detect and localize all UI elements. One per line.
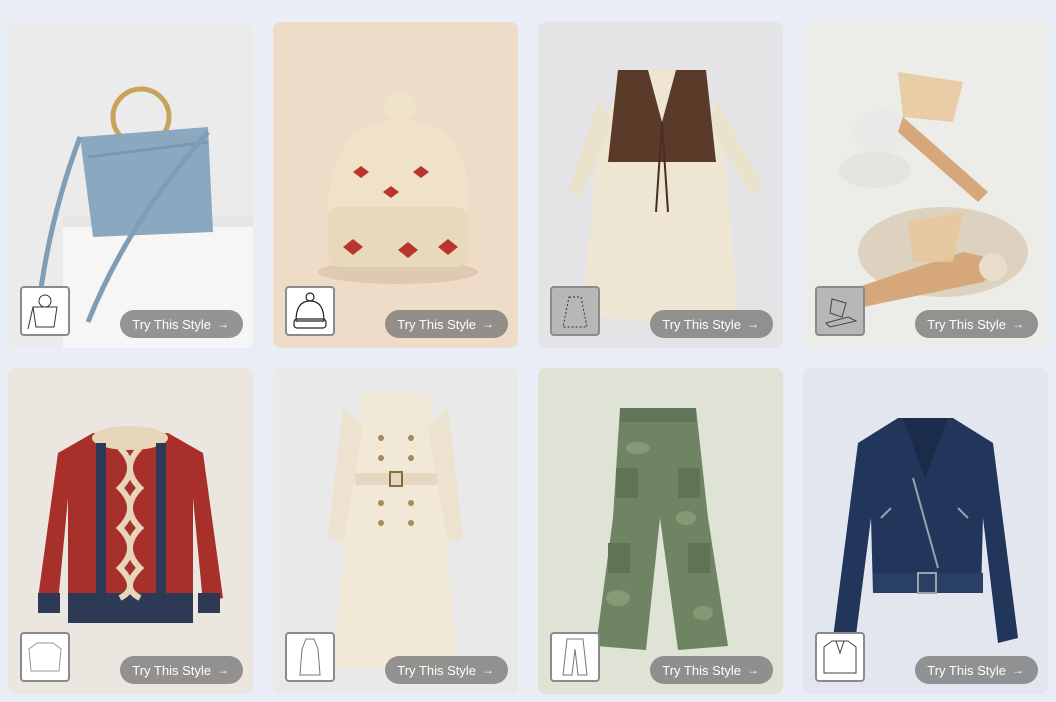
style-card-cable-sweater[interactable]: Try This Style → bbox=[8, 368, 253, 694]
try-this-style-label: Try This Style bbox=[132, 316, 211, 332]
try-this-style-label: Try This Style bbox=[397, 316, 476, 332]
try-this-style-button[interactable]: Try This Style → bbox=[915, 656, 1038, 684]
arrow-right-icon: → bbox=[482, 317, 494, 331]
sketch-thumbnail[interactable] bbox=[815, 286, 865, 336]
try-this-style-button[interactable]: Try This Style → bbox=[120, 656, 243, 684]
jacket-sketch-icon bbox=[823, 640, 857, 674]
try-this-style-label: Try This Style bbox=[662, 662, 741, 678]
try-this-style-label: Try This Style bbox=[397, 662, 476, 678]
sandal-sketch-icon bbox=[825, 298, 858, 328]
style-card-trench-coat-dress[interactable]: Try This Style → bbox=[273, 368, 518, 694]
try-this-style-button[interactable]: Try This Style → bbox=[385, 656, 508, 684]
sketch-thumbnail[interactable] bbox=[20, 286, 70, 336]
arrow-right-icon: → bbox=[482, 663, 494, 677]
try-this-style-button[interactable]: Try This Style → bbox=[120, 310, 243, 338]
sketch-thumbnail[interactable] bbox=[285, 632, 335, 682]
try-this-style-button[interactable]: Try This Style → bbox=[650, 656, 773, 684]
try-this-style-button[interactable]: Try This Style → bbox=[650, 310, 773, 338]
arrow-right-icon: → bbox=[1012, 317, 1024, 331]
style-card-denim-biker-jacket[interactable]: Try This Style → bbox=[803, 368, 1048, 694]
sketch-thumbnail[interactable] bbox=[550, 286, 600, 336]
dress-sketch-icon bbox=[562, 296, 588, 328]
coat-sketch-icon bbox=[299, 638, 321, 676]
try-this-style-label: Try This Style bbox=[927, 662, 1006, 678]
arrow-right-icon: → bbox=[1012, 663, 1024, 677]
sketch-thumbnail[interactable] bbox=[285, 286, 335, 336]
pants-sketch-icon bbox=[562, 638, 588, 676]
try-this-style-label: Try This Style bbox=[662, 316, 741, 332]
style-grid: Try This Style → Try This Style → Try Th… bbox=[8, 22, 1048, 694]
arrow-right-icon: → bbox=[747, 663, 759, 677]
bag-sketch-icon bbox=[27, 294, 58, 330]
sketch-thumbnail[interactable] bbox=[550, 632, 600, 682]
style-card-knit-beanie[interactable]: Try This Style → bbox=[273, 22, 518, 348]
beanie-sketch-icon bbox=[293, 292, 327, 329]
try-this-style-button[interactable]: Try This Style → bbox=[915, 310, 1038, 338]
try-this-style-button[interactable]: Try This Style → bbox=[385, 310, 508, 338]
arrow-right-icon: → bbox=[747, 317, 759, 331]
style-card-clear-heel-sandals[interactable]: Try This Style → bbox=[803, 22, 1048, 348]
arrow-right-icon: → bbox=[217, 317, 229, 331]
style-card-bucket-bag[interactable]: Try This Style → bbox=[8, 22, 253, 348]
style-card-camo-cargo-pants[interactable]: Try This Style → bbox=[538, 368, 783, 694]
try-this-style-label: Try This Style bbox=[132, 662, 211, 678]
try-this-style-label: Try This Style bbox=[927, 316, 1006, 332]
sketch-thumbnail[interactable] bbox=[20, 632, 70, 682]
sweater-sketch-icon bbox=[28, 642, 62, 672]
sketch-thumbnail[interactable] bbox=[815, 632, 865, 682]
style-card-vest-dress[interactable]: Try This Style → bbox=[538, 22, 783, 348]
arrow-right-icon: → bbox=[217, 663, 229, 677]
